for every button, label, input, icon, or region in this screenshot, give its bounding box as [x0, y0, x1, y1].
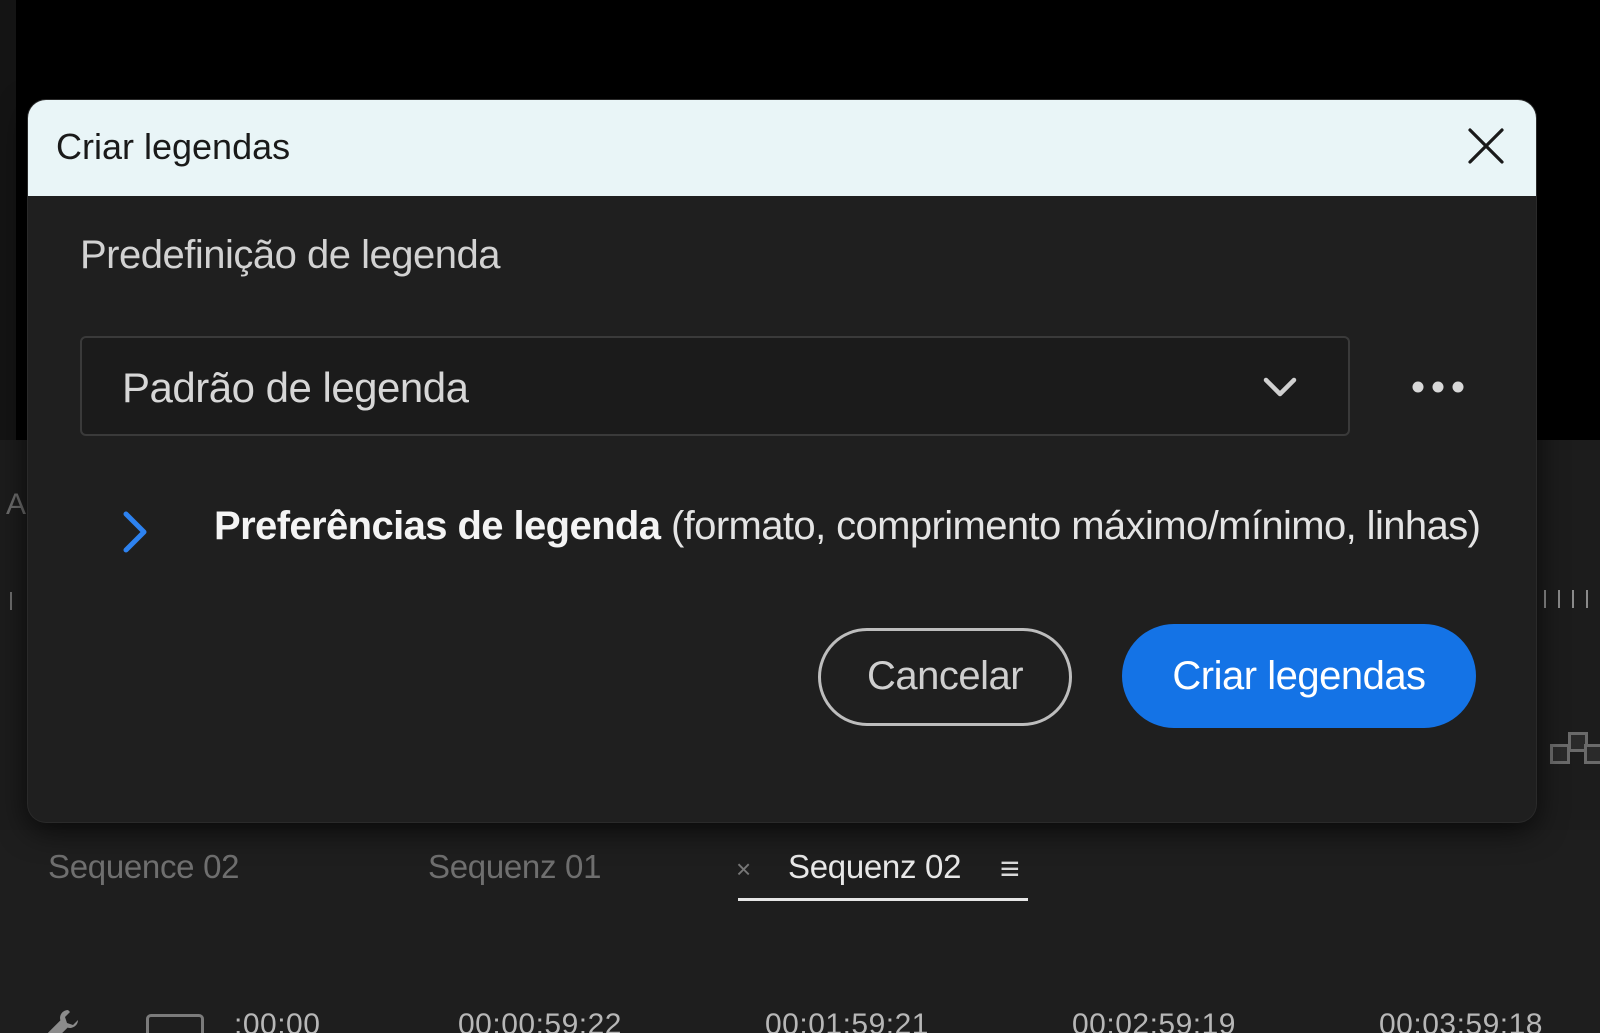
active-tab-underline [738, 898, 1028, 901]
preset-label: Predefinição de legenda [80, 233, 500, 277]
timecode: 00:03:59:18 [1379, 1008, 1543, 1033]
preset-dropdown-value: Padrão de legenda [122, 364, 469, 411]
dialog-titlebar: Criar legendas [28, 100, 1536, 196]
chevron-right-icon [123, 511, 147, 553]
create-captions-dialog: Criar legendas Predefinição de legenda P… [28, 100, 1536, 822]
wrench-icon[interactable] [46, 1008, 80, 1033]
dialog-title: Criar legendas [56, 126, 291, 167]
ruler-ticks-right [1544, 590, 1600, 608]
timecode: 00:02:59:19 [1072, 1008, 1236, 1033]
chevron-down-icon [1263, 377, 1297, 397]
caption-preferences-detail: (formato, comprimento máximo/mínimo, lin… [670, 504, 1481, 548]
create-captions-button[interactable]: Criar legendas [1122, 624, 1476, 728]
caption-preferences-disclosure[interactable]: Preferências de legenda (formato, compri… [116, 502, 1506, 562]
timecode: 00:00:59:22 [458, 1008, 622, 1033]
close-button[interactable] [1458, 118, 1514, 174]
close-icon [1468, 128, 1504, 164]
caption-preferences-title: Preferências de legenda [214, 504, 661, 548]
cancel-button[interactable]: Cancelar [818, 628, 1072, 726]
background-partial-label: A [6, 488, 27, 521]
timecode: :00:00 [234, 1008, 321, 1033]
node-graph-icon [1544, 730, 1600, 770]
tab-sequenz-01[interactable]: Sequenz 01 [428, 848, 601, 886]
timecode: 00:01:59:21 [765, 1008, 929, 1033]
preset-dropdown[interactable]: Padrão de legenda [80, 336, 1350, 436]
caption-preferences-label: Preferências de legenda (formato, compri… [214, 504, 1481, 549]
screen: A Sequence 02 Sequenz 01 × Sequenz 02 ≡ … [0, 0, 1600, 1033]
cc-icon[interactable] [146, 1014, 204, 1033]
more-horizontal-icon[interactable] [1404, 362, 1484, 412]
tab-close-icon[interactable]: × [736, 854, 751, 885]
ruler-tick-left [10, 592, 18, 610]
background-left-strip [0, 0, 16, 440]
tab-sequence-02[interactable]: Sequence 02 [48, 848, 240, 886]
tab-sequenz-02[interactable]: Sequenz 02 [788, 848, 961, 886]
tab-menu-icon[interactable]: ≡ [1000, 850, 1020, 889]
